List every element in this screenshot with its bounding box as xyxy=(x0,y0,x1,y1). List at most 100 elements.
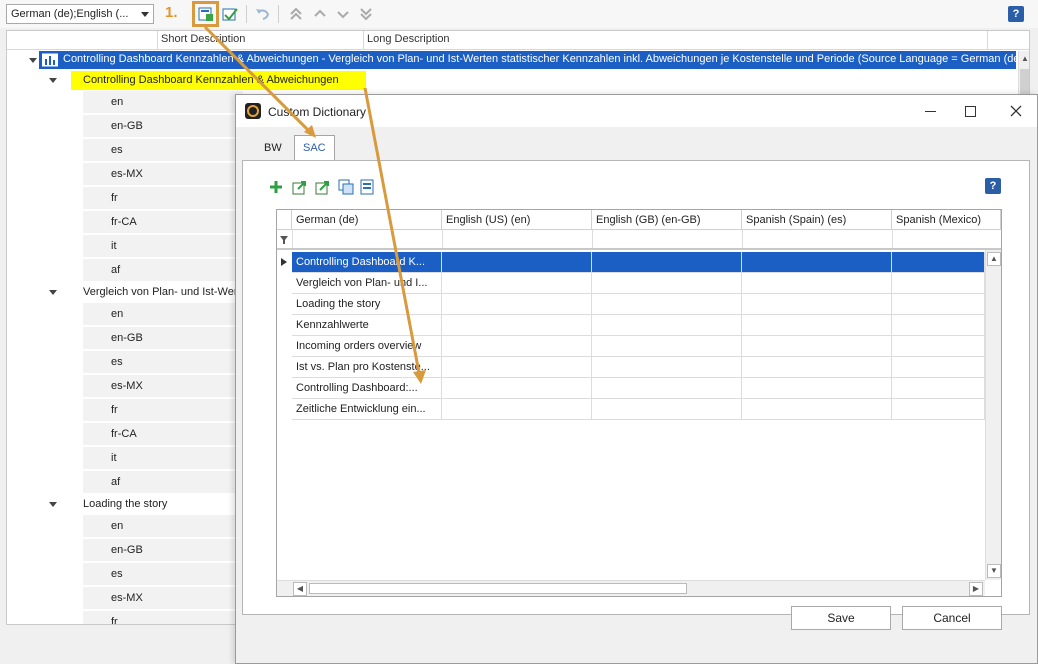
lang-code[interactable]: fr xyxy=(111,192,118,204)
lang-code[interactable]: es xyxy=(111,568,123,580)
grid-cell[interactable] xyxy=(592,315,742,336)
grid-cell[interactable]: Zeitliche Entwicklung ein... xyxy=(292,399,442,420)
short-description-header[interactable]: Short Description xyxy=(161,33,245,45)
move-bottom-button[interactable] xyxy=(356,4,376,24)
grid-cell[interactable] xyxy=(892,273,985,294)
grid-cell[interactable] xyxy=(742,378,892,399)
save-button[interactable]: Save xyxy=(791,606,891,630)
grid-cell[interactable]: Vergleich von Plan- und I... xyxy=(292,273,442,294)
grid-cell[interactable] xyxy=(892,378,985,399)
column-header[interactable]: Spanish (Spain) (es) xyxy=(742,210,892,230)
root-row[interactable]: Controlling Dashboard Kennzahlen & Abwei… xyxy=(39,51,1027,69)
lang-code[interactable]: en xyxy=(111,96,123,108)
scroll-right-icon[interactable]: ▶ xyxy=(969,582,983,596)
scroll-down-icon[interactable]: ▼ xyxy=(987,564,1001,578)
move-down-button[interactable] xyxy=(333,4,353,24)
grid-cell[interactable] xyxy=(592,399,742,420)
add-icon[interactable] xyxy=(268,179,284,195)
collapse-icon[interactable] xyxy=(49,78,57,83)
grid-cell[interactable]: Loading the story xyxy=(292,294,442,315)
grid-cell[interactable] xyxy=(742,315,892,336)
grid-cell[interactable] xyxy=(742,357,892,378)
grid-cell[interactable] xyxy=(592,336,742,357)
check-translations-button[interactable] xyxy=(220,4,240,24)
lang-code[interactable]: it xyxy=(111,452,117,464)
lang-code[interactable]: en-GB xyxy=(111,332,143,344)
group-label[interactable]: Loading the story xyxy=(83,498,167,510)
grid-cell[interactable] xyxy=(442,315,592,336)
grid-cell[interactable] xyxy=(742,336,892,357)
collapse-icon[interactable] xyxy=(49,502,57,507)
grid-cell[interactable]: Incoming orders overview xyxy=(292,336,442,357)
lang-code[interactable]: en-GB xyxy=(111,544,143,556)
grid-cell[interactable] xyxy=(592,252,742,273)
tab-sac[interactable]: SAC xyxy=(294,135,335,161)
lang-code[interactable]: en xyxy=(111,520,123,532)
grid-cell[interactable]: Controlling Dashboard K... xyxy=(292,252,442,273)
move-up-button[interactable] xyxy=(310,4,330,24)
help-icon[interactable]: ? xyxy=(1008,6,1024,22)
export-icon[interactable] xyxy=(315,179,331,195)
lang-code[interactable]: fr-CA xyxy=(111,428,137,440)
lang-code[interactable]: en xyxy=(111,308,123,320)
lang-code[interactable]: es xyxy=(111,144,123,156)
grid-cell[interactable]: Controlling Dashboard:... xyxy=(292,378,442,399)
help-icon[interactable]: ? xyxy=(985,178,1001,194)
grid-cell[interactable] xyxy=(742,294,892,315)
lang-code[interactable]: en-GB xyxy=(111,120,143,132)
minimize-button[interactable] xyxy=(920,101,940,121)
grid-cell[interactable] xyxy=(442,336,592,357)
scroll-left-icon[interactable]: ◀ xyxy=(293,582,307,596)
collapse-icon[interactable] xyxy=(49,290,57,295)
column-header[interactable]: English (GB) (en-GB) xyxy=(592,210,742,230)
import-icon[interactable] xyxy=(292,179,308,195)
copy-icon[interactable] xyxy=(338,179,354,195)
long-description-header[interactable]: Long Description xyxy=(367,33,450,45)
grid-cell[interactable] xyxy=(442,357,592,378)
maximize-button[interactable] xyxy=(960,101,980,121)
grid-cell[interactable] xyxy=(442,294,592,315)
lang-code[interactable]: es-MX xyxy=(111,592,143,604)
grid-cell[interactable] xyxy=(592,273,742,294)
column-header[interactable]: English (US) (en) xyxy=(442,210,592,230)
lang-code[interactable]: es xyxy=(111,356,123,368)
group-label[interactable]: Controlling Dashboard Kennzahlen & Abwei… xyxy=(83,74,339,86)
grid-cell[interactable] xyxy=(742,273,892,294)
language-combo[interactable]: German (de);English (... xyxy=(6,4,154,24)
undo-button[interactable] xyxy=(252,4,272,24)
filter-row[interactable] xyxy=(277,230,1001,250)
group-label[interactable]: Vergleich von Plan- und Ist-Wer xyxy=(83,286,237,298)
grid-cell[interactable]: Ist vs. Plan pro Kostenste... xyxy=(292,357,442,378)
tab-bw[interactable]: BW xyxy=(256,137,290,159)
grid-cell[interactable] xyxy=(442,252,592,273)
grid-cell[interactable] xyxy=(442,399,592,420)
grid-cell[interactable] xyxy=(892,336,985,357)
grid-cell[interactable] xyxy=(592,378,742,399)
grid-cell[interactable] xyxy=(892,399,985,420)
move-top-button[interactable] xyxy=(286,4,306,24)
column-header[interactable]: Spanish (Mexico) xyxy=(892,210,1001,230)
save-grid-icon[interactable] xyxy=(360,179,376,195)
collapse-icon[interactable] xyxy=(29,58,37,63)
lang-code[interactable]: es-MX xyxy=(111,168,143,180)
lang-code[interactable]: af xyxy=(111,476,120,488)
lang-code[interactable]: fr xyxy=(111,616,118,624)
column-header[interactable]: German (de) xyxy=(292,210,442,230)
scroll-thumb[interactable] xyxy=(309,583,687,594)
lang-code[interactable]: fr xyxy=(111,404,118,416)
grid-cell[interactable]: Kennzahlwerte xyxy=(292,315,442,336)
close-button[interactable] xyxy=(1006,101,1026,121)
grid-cell[interactable] xyxy=(892,357,985,378)
scroll-up-icon[interactable]: ▲ xyxy=(1018,53,1029,67)
scroll-up-icon[interactable]: ▲ xyxy=(987,252,1001,266)
grid-cell[interactable] xyxy=(892,294,985,315)
grid-cell[interactable] xyxy=(442,273,592,294)
grid-cell[interactable] xyxy=(892,315,985,336)
grid-cell[interactable] xyxy=(442,378,592,399)
lang-code[interactable]: es-MX xyxy=(111,380,143,392)
grid-vertical-scrollbar[interactable]: ▲ ▼ xyxy=(985,250,1001,580)
lang-code[interactable]: it xyxy=(111,240,117,252)
grid-cell[interactable] xyxy=(742,252,892,273)
lang-code[interactable]: fr-CA xyxy=(111,216,137,228)
grid-cell[interactable] xyxy=(592,294,742,315)
